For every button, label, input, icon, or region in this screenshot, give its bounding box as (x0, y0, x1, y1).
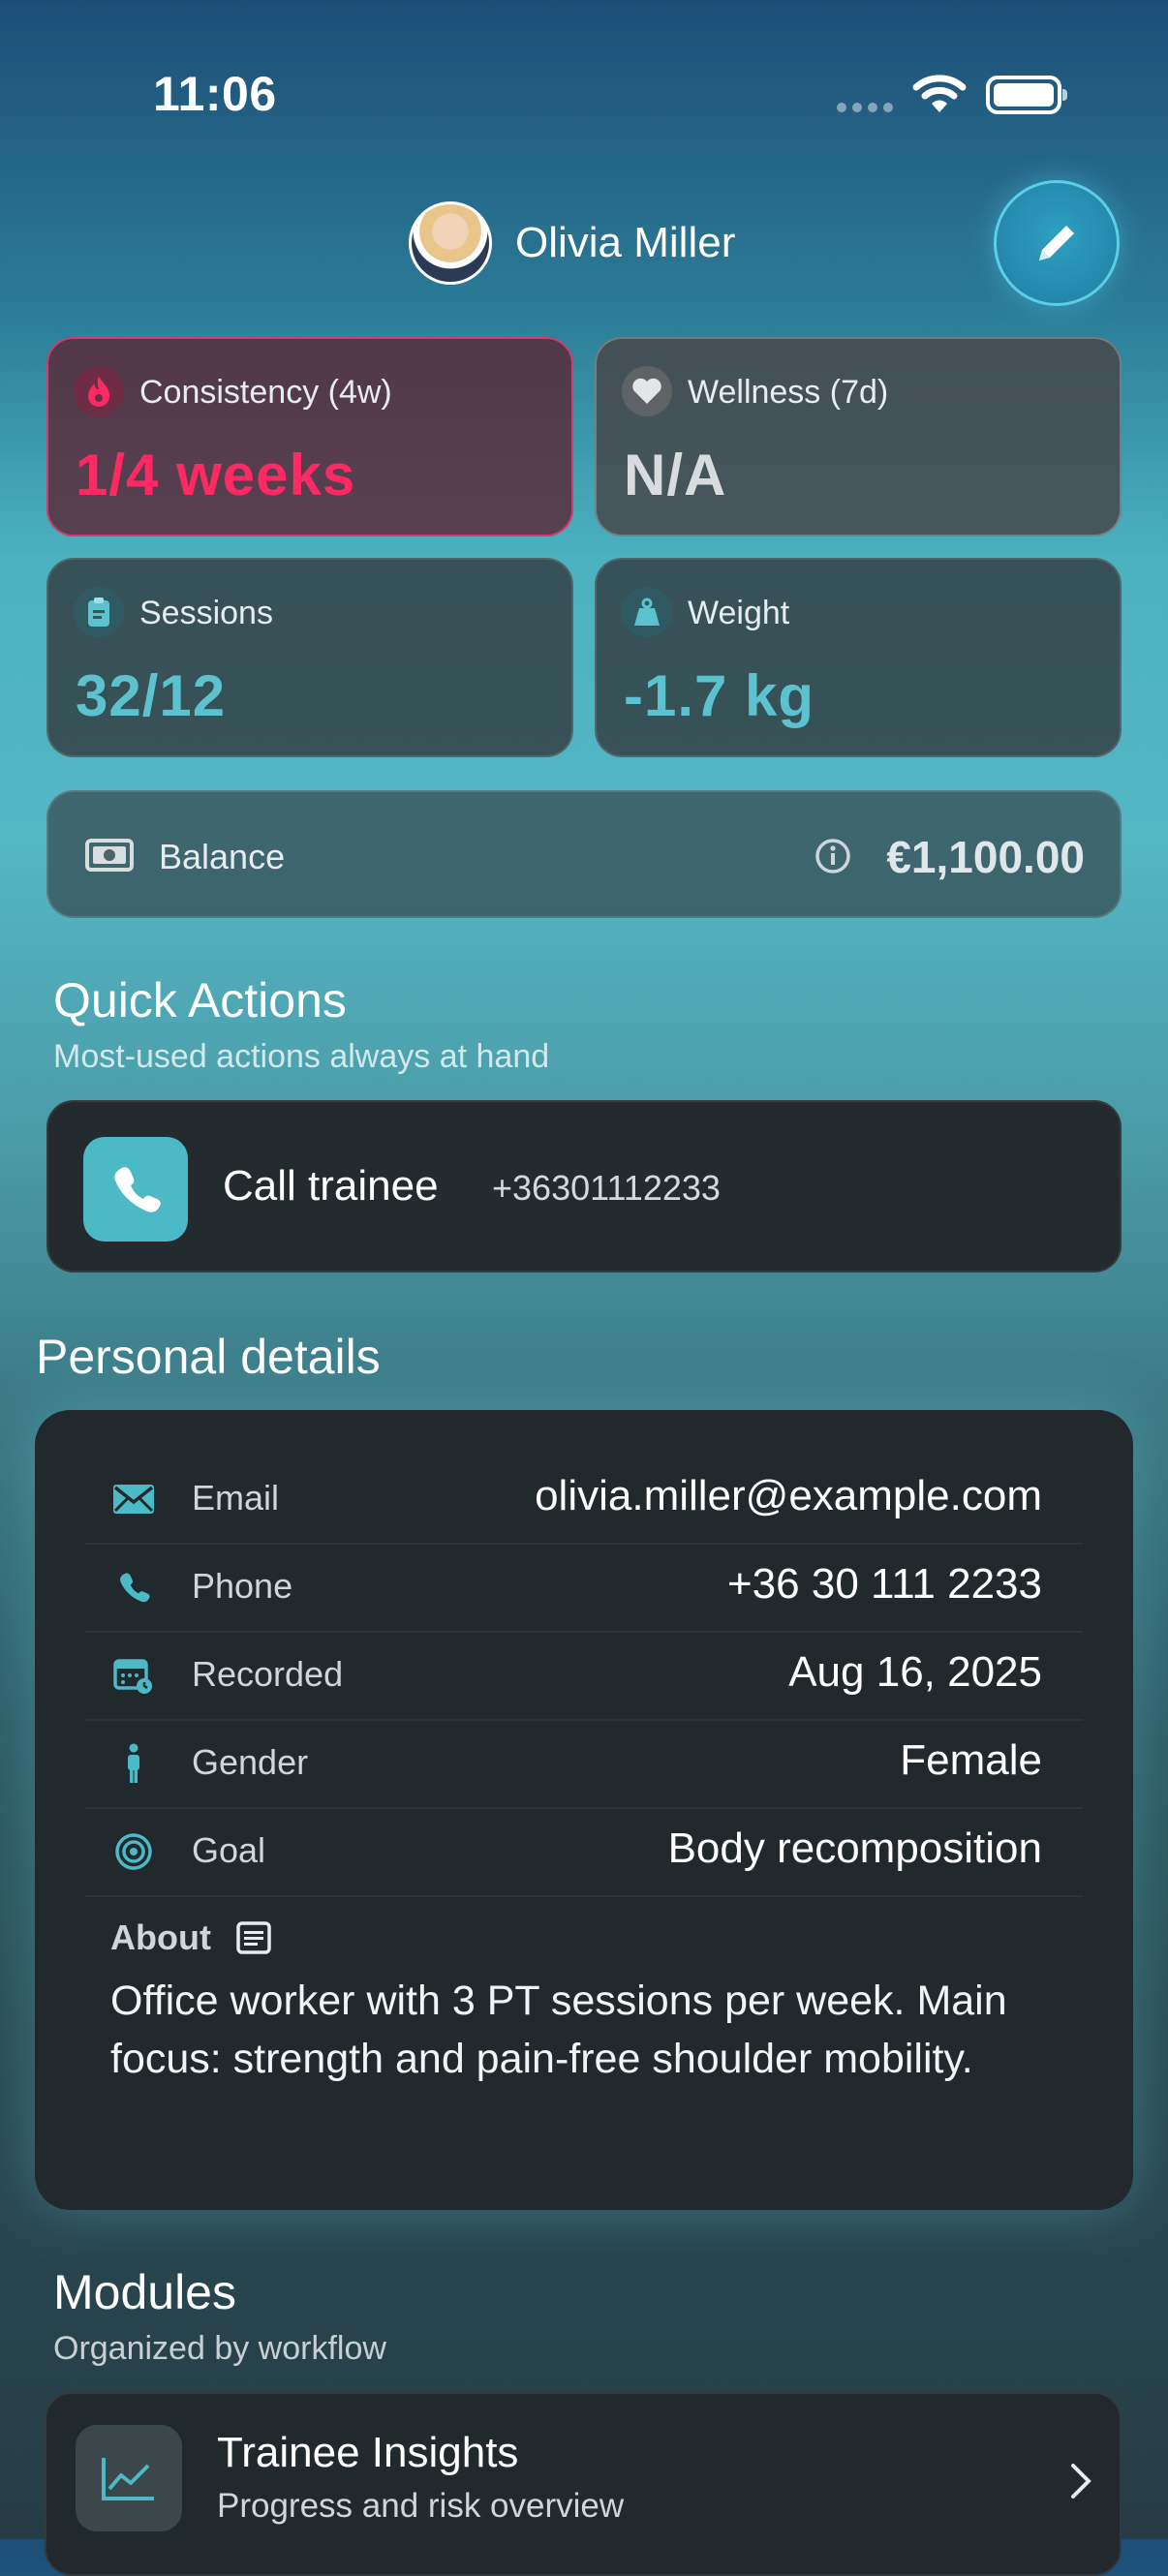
consistency-card[interactable]: Consistency (4w) 1/4 weeks (46, 337, 573, 537)
avatar[interactable] (409, 201, 492, 285)
stat-value: N/A (624, 443, 727, 507)
quick-actions-subtitle: Most-used actions always at hand (53, 1038, 550, 1075)
about-label: About (110, 1917, 211, 1957)
trainee-name: Olivia Miller (515, 219, 736, 266)
detail-row-phone[interactable]: Phone +36 30 111 2233 (85, 1543, 1083, 1633)
battery-icon (986, 76, 1067, 114)
modules-subtitle: Organized by workflow (53, 2330, 386, 2367)
balance-value: €1,100.00 (886, 832, 1085, 882)
detail-value: +36 30 111 2233 (726, 1560, 1042, 1608)
phone-icon (112, 1566, 155, 1609)
detail-label: Gender (192, 1742, 309, 1782)
notes-icon (236, 1921, 271, 1954)
stat-label: Weight (688, 595, 790, 631)
clipboard-icon (74, 587, 124, 637)
stat-label: Sessions (139, 595, 273, 631)
edit-button[interactable] (994, 180, 1120, 306)
balance-card[interactable]: Balance €1,100.00 (46, 790, 1122, 918)
detail-label: Recorded (192, 1654, 344, 1694)
line-chart-icon (76, 2425, 182, 2531)
stat-value: 32/12 (76, 663, 227, 728)
call-phone-number: +36301112233 (492, 1168, 721, 1208)
detail-row-gender: Gender Female (85, 1719, 1083, 1809)
status-time: 11:06 (153, 67, 277, 121)
info-icon[interactable] (814, 837, 852, 875)
calendar-clock-icon (112, 1654, 155, 1697)
call-label: Call trainee (223, 1162, 439, 1210)
cellular-signal-icon (837, 103, 893, 112)
module-subtitle: Progress and risk overview (217, 2487, 625, 2525)
wifi-icon (912, 75, 967, 112)
detail-row-goal: Goal Body recomposition (85, 1807, 1083, 1897)
stat-label: Consistency (4w) (139, 374, 392, 411)
phone-icon (83, 1137, 188, 1242)
weight-icon (622, 587, 672, 637)
detail-row-recorded: Recorded Aug 16, 2025 (85, 1631, 1083, 1721)
detail-row-email[interactable]: Email olivia.miller@example.com (85, 1455, 1083, 1545)
stat-value: -1.7 kg (624, 663, 815, 728)
flame-icon (74, 366, 124, 416)
weight-card[interactable]: Weight -1.7 kg (595, 558, 1122, 757)
detail-value: olivia.miller@example.com (535, 1472, 1042, 1519)
call-trainee-button[interactable]: Call trainee +36301112233 (46, 1100, 1122, 1273)
module-title: Trainee Insights (217, 2429, 519, 2476)
target-icon (112, 1830, 155, 1873)
detail-value: Body recomposition (667, 1825, 1042, 1872)
detail-label: Phone (192, 1566, 293, 1606)
detail-value: Female (900, 1736, 1042, 1784)
detail-label: Email (192, 1478, 280, 1518)
heart-icon (622, 366, 672, 416)
module-trainee-insights[interactable]: Trainee Insights Progress and risk overv… (45, 2392, 1122, 2576)
modules-title: Modules (53, 2265, 236, 2319)
about-text: Office worker with 3 PT sessions per wee… (110, 1978, 1007, 2082)
stat-value: 1/4 weeks (76, 443, 356, 507)
detail-label: Goal (192, 1830, 266, 1870)
chevron-right-icon (1071, 2464, 1091, 2499)
envelope-icon (112, 1478, 155, 1520)
detail-value: Aug 16, 2025 (788, 1648, 1042, 1696)
wellness-card[interactable]: Wellness (7d) N/A (595, 337, 1122, 537)
quick-actions-title: Quick Actions (53, 973, 347, 1027)
balance-label: Balance (159, 837, 286, 876)
pencil-icon (1039, 226, 1074, 261)
sessions-card[interactable]: Sessions 32/12 (46, 558, 573, 757)
person-icon (112, 1742, 155, 1785)
personal-details-title: Personal details (36, 1330, 381, 1384)
banknote-icon (85, 839, 134, 872)
stat-label: Wellness (7d) (688, 374, 889, 411)
